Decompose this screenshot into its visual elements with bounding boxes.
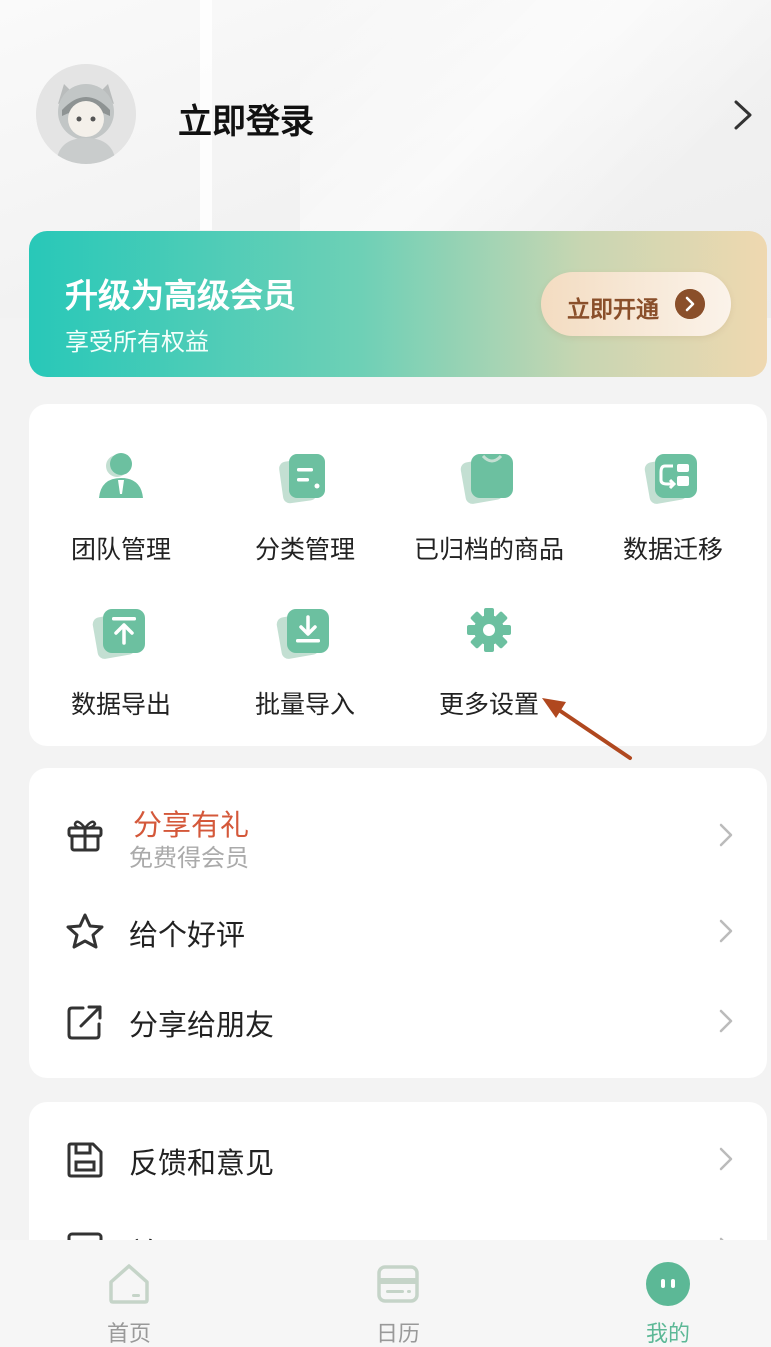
login-title[interactable]: 立即登录	[178, 94, 314, 143]
gift-icon	[67, 820, 103, 852]
list-label: 分享给朋友	[129, 1008, 275, 1042]
chevron-right-icon	[719, 1147, 733, 1171]
tool-data-migration[interactable]: 数据迁移	[581, 404, 765, 564]
profile-icon	[646, 1262, 690, 1306]
tool-label: 数据导出	[70, 690, 171, 719]
share-icon	[67, 1005, 102, 1040]
nav-label: 我的	[645, 1322, 690, 1347]
tool-archived-products[interactable]: 已归档的商品	[397, 404, 581, 564]
export-icon	[92, 609, 145, 659]
annotation-arrow-icon	[542, 698, 632, 760]
category-icon	[279, 454, 325, 504]
nav-label: 首页	[106, 1322, 151, 1347]
list-item-feedback[interactable]: 反馈和意见	[29, 1114, 767, 1204]
vip-subtitle: 享受所有权益	[65, 328, 209, 356]
tool-label: 批量导入	[254, 690, 355, 719]
team-icon	[99, 453, 143, 498]
vip-activate-button[interactable]: 立即开通	[541, 272, 731, 336]
tool-data-export[interactable]: 数据导出	[29, 559, 213, 719]
archive-icon	[460, 454, 513, 504]
home-icon	[109, 1264, 149, 1304]
tool-more-settings[interactable]: 更多设置	[397, 559, 581, 719]
tool-bulk-import[interactable]: 批量导入	[213, 559, 397, 719]
tool-label: 数据迁移	[622, 535, 723, 564]
nav-item-home[interactable]: 首页	[54, 1240, 204, 1347]
chevron-right-icon	[719, 919, 733, 943]
arrow-right-circle-icon	[675, 289, 705, 319]
star-icon	[66, 913, 104, 949]
tools-card: 团队管理 分类管理 已归档的商品 数据迁移 数据导出 批量导入 更多设置	[29, 404, 767, 746]
avatar[interactable]	[36, 64, 136, 164]
list-sublabel: 免费得会员	[129, 844, 249, 872]
import-icon	[276, 609, 329, 659]
chevron-right-icon	[719, 823, 733, 847]
feedback-icon	[67, 1142, 103, 1178]
vip-title: 升级为高级会员	[65, 276, 296, 315]
bottom-navigation: 首页 日历 我的	[0, 1240, 771, 1347]
list-item-share-friends[interactable]: 分享给朋友	[29, 976, 767, 1066]
gear-icon	[467, 608, 511, 652]
nav-item-profile[interactable]: 我的	[593, 1240, 743, 1347]
list-card-secondary: 反馈和意见 关于	[29, 1102, 767, 1262]
nav-label: 日历	[375, 1322, 420, 1347]
chevron-right-icon	[719, 1009, 733, 1033]
calendar-icon	[377, 1265, 419, 1303]
vip-activate-label: 立即开通	[567, 297, 659, 323]
list-item-rate[interactable]: 给个好评	[29, 886, 767, 976]
tool-category-management[interactable]: 分类管理	[213, 404, 397, 564]
chevron-right-icon[interactable]	[730, 98, 756, 132]
list-label: 给个好评	[129, 918, 246, 952]
avatar-illustration-icon	[36, 64, 136, 164]
list-card-primary: 分享有礼 免费得会员 给个好评 分享给朋友	[29, 768, 767, 1078]
header: 立即登录	[0, 0, 771, 230]
tool-team-management[interactable]: 团队管理	[29, 404, 213, 564]
list-item-share-gift[interactable]: 分享有礼 免费得会员	[29, 790, 767, 880]
vip-banner[interactable]: 升级为高级会员 享受所有权益 立即开通	[29, 231, 767, 377]
list-label: 反馈和意见	[129, 1146, 275, 1180]
data-migrate-icon	[644, 454, 697, 504]
nav-item-calendar[interactable]: 日历	[323, 1240, 473, 1347]
